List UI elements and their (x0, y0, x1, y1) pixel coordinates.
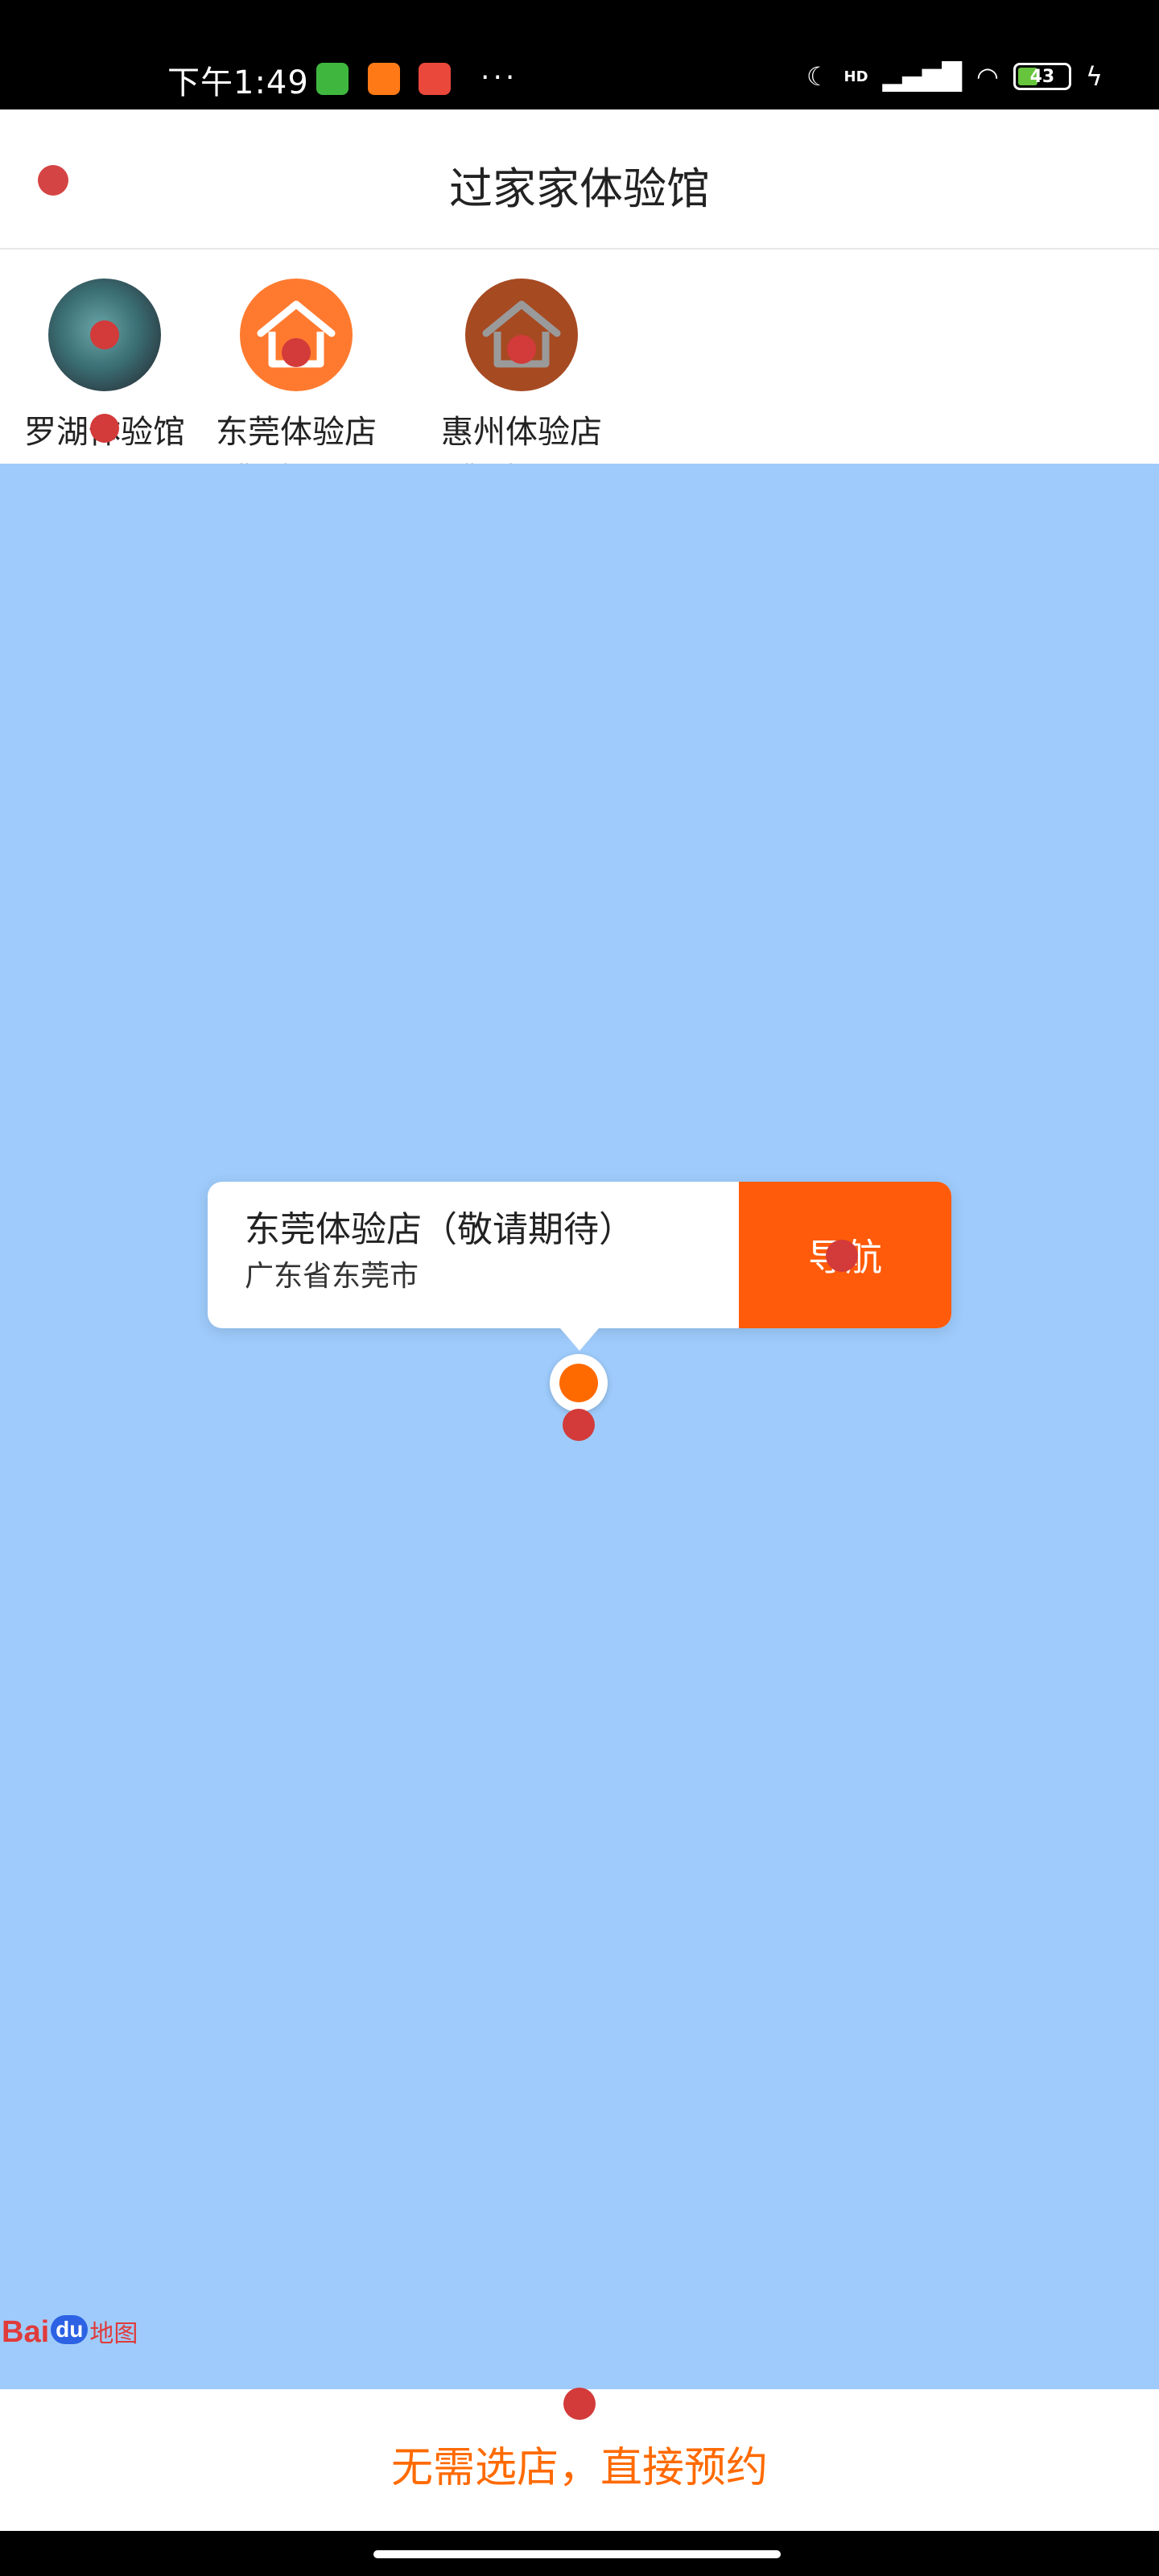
baidu-paw-icon: du (51, 2315, 89, 2344)
store-sublabel: (敬请期待) (201, 454, 391, 464)
signal-icon: ▂▄▆█ (882, 61, 962, 92)
home-indicator[interactable] (373, 2550, 781, 2558)
baidu-map-logo: Bai du 地图 (2, 2315, 138, 2347)
wifi-icon: ◠ (975, 61, 999, 92)
store-photo (48, 279, 161, 391)
page-title: 过家家体验馆 (449, 163, 710, 214)
pin-core (559, 1364, 598, 1402)
home-app-icon (368, 63, 400, 95)
map-view[interactable]: 东莞体验店（敬请期待） 广东省东莞市 导航 Bai du 地图 (0, 464, 1159, 2389)
charging-icon: ϟ (1085, 61, 1103, 92)
store-label: 惠州体验店 (441, 414, 602, 451)
store-selector: 罗湖体验馆 东莞体验店 (敬请期待) (0, 250, 1159, 464)
status-bar: 下午1:49 ··· ☾ HD ▂▄▆█ ◠ 43 ϟ (0, 0, 1159, 109)
moon-icon: ☾ (806, 61, 830, 92)
store-address: 广东省东莞市 (245, 1260, 419, 1293)
store-icon (465, 279, 578, 391)
marker-dot (282, 338, 311, 367)
status-time: 下午1:49 (167, 64, 309, 101)
store-sublabel: (敬请期待) (427, 454, 617, 464)
baidu-map-text: 地图 (89, 2321, 138, 2347)
store-name: 东莞体验店（敬请期待） (245, 1209, 634, 1250)
network-label: HD (843, 68, 868, 85)
book-without-store-button[interactable]: 无需选店，直接预约 (0, 2433, 1159, 2495)
more-notifications-icon: ··· (481, 61, 518, 94)
battery-icon: 43 (1013, 63, 1071, 90)
marker-dot (563, 2388, 596, 2420)
info-text: 东莞体验店（敬请期待） 广东省东莞市 (245, 1206, 736, 1299)
callout-pointer (560, 1328, 599, 1351)
app-notification-icon (316, 63, 349, 95)
store-item-dongguan[interactable]: 东莞体验店 (敬请期待) (201, 279, 391, 464)
map-pin-icon[interactable] (550, 1354, 608, 1412)
navigation-button[interactable]: 导航 (739, 1182, 951, 1328)
store-label: 东莞体验店 (216, 414, 377, 451)
red-app-icon (419, 63, 451, 95)
baidu-text: Bai (2, 2315, 50, 2349)
store-icon (240, 279, 353, 391)
marker-dot (90, 414, 119, 443)
battery-level: 43 (1029, 66, 1055, 87)
marker-dot (563, 1409, 595, 1441)
marker-dot (826, 1240, 858, 1272)
marker-dot (90, 320, 119, 349)
app-screen: 下午1:49 ··· ☾ HD ▂▄▆█ ◠ 43 ϟ 过家家体验馆 东莞体验店… (0, 0, 1159, 2576)
store-info-card: 东莞体验店（敬请期待） 广东省东莞市 导航 (208, 1182, 951, 1328)
store-item-huizhou[interactable]: 惠州体验店 (敬请期待) (427, 279, 617, 464)
marker-dot (507, 335, 536, 364)
page-header: 过家家体验馆 (0, 109, 1159, 250)
status-icons: ☾ HD ▂▄▆█ ◠ 43 ϟ (806, 61, 1103, 92)
